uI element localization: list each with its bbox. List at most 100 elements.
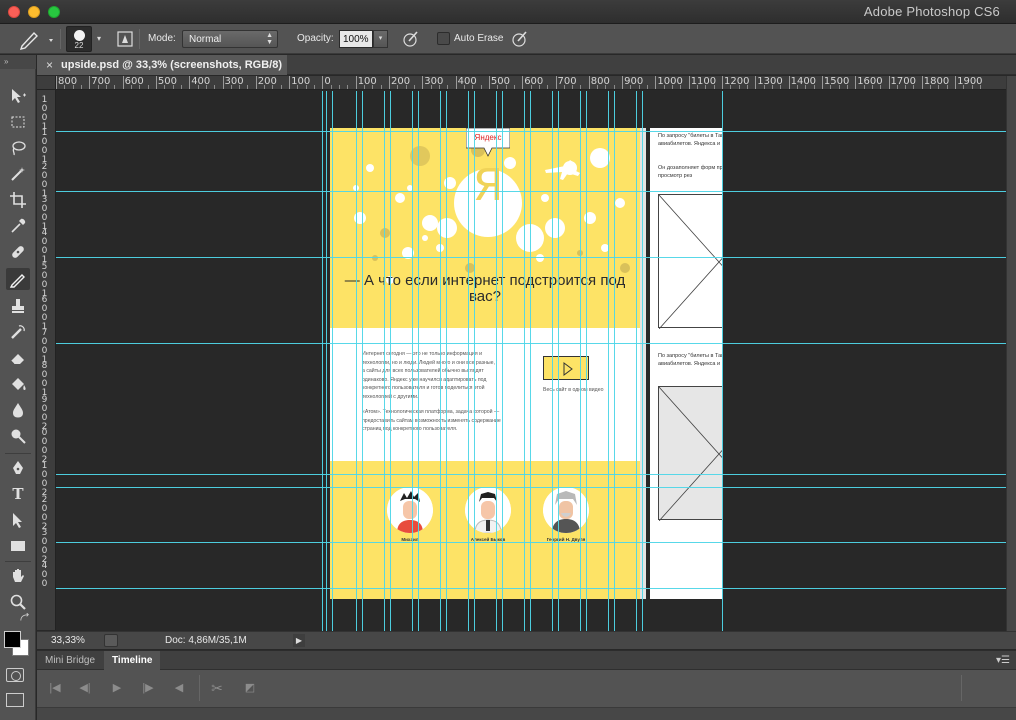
brush-preset-picker[interactable]: 22 [66,26,92,52]
magic-wand-tool[interactable] [6,163,30,185]
swap-colors-button[interactable] [18,612,32,624]
go-to-first-frame-icon[interactable]: |◀ [47,681,63,695]
horizontal-guide[interactable] [56,343,1006,344]
vertical-guide[interactable] [642,91,643,631]
hero-section: Яндекс Я — А что если интернет подстроит… [330,128,640,328]
canvas-workspace[interactable]: Яндекс Я — А что если интернет подстроит… [56,91,1006,631]
close-tab-icon[interactable]: × [46,55,53,75]
close-window-button[interactable] [8,6,20,18]
proof-setup-button[interactable] [104,634,118,647]
vertical-guide[interactable] [558,91,559,631]
vertical-guide[interactable] [390,91,391,631]
status-menu-arrow[interactable]: ▶ [293,634,305,647]
play-icon[interactable]: ▶ [109,681,125,695]
person-avatar-icon [543,487,589,533]
vertical-guide[interactable] [586,91,587,631]
ruler-minor-tick [80,85,82,89]
horizontal-ruler[interactable]: 800 700 600 500 400 300 200 100 0 100 200 300 400 500… [56,76,1006,90]
quick-mask-button[interactable] [6,668,24,682]
opacity-dropdown-arrow[interactable]: ▾ [373,30,388,48]
transition-icon[interactable]: ◩ [242,681,258,695]
horizontal-guide[interactable] [56,257,1006,258]
vertical-ruler[interactable]: 1001100120013001400150016001700180019002… [37,90,56,630]
eyedropper-tool[interactable] [6,215,30,237]
previous-frame-icon[interactable]: ◀| [77,681,93,695]
vertical-guide[interactable] [524,91,525,631]
history-brush-tool[interactable] [6,321,30,343]
horizontal-guide[interactable] [56,487,1006,488]
vertical-guide[interactable] [496,91,497,631]
toolbox-collapse-button[interactable]: » [0,55,36,69]
vertical-guide[interactable] [474,91,475,631]
vertical-guide[interactable] [440,91,441,631]
vertical-guide[interactable] [530,91,531,631]
tab-mini-bridge[interactable]: Mini Bridge [37,651,103,670]
rectangle-tool[interactable] [6,535,30,557]
horizontal-guide[interactable] [56,474,1006,475]
minimize-window-button[interactable] [28,6,40,18]
tablet-pressure-opacity-button[interactable] [401,29,421,49]
vertical-guide[interactable] [608,91,609,631]
blur-tool[interactable] [6,399,30,421]
vertical-guide[interactable] [356,91,357,631]
vertical-guide[interactable] [614,91,615,631]
vertical-guide[interactable] [362,91,363,631]
next-frame-icon[interactable]: |▶ [140,681,156,695]
paint-bucket-tool[interactable] [6,373,30,395]
vertical-guide[interactable] [502,91,503,631]
mode-dropdown[interactable]: Normal ▲ ▼ [182,30,278,48]
ruler-origin[interactable] [37,76,56,90]
ruler-minor-tick [980,85,982,89]
ruler-label: 900 [624,76,644,87]
ruler-major-tick [255,76,257,89]
brush-picker-arrow[interactable]: ▾ [94,29,104,49]
move-tool[interactable] [6,85,30,107]
screen-mode-button[interactable] [6,693,24,707]
vertical-guide[interactable] [384,91,385,631]
type-tool[interactable]: T [6,483,30,505]
vertical-guide[interactable] [722,91,723,631]
vertical-guide[interactable] [412,91,413,631]
pen-tool[interactable] [6,457,30,479]
vertical-guide[interactable] [322,91,323,631]
vertical-guide[interactable] [636,91,637,631]
audio-icon[interactable]: ◀ [171,681,187,695]
clone-stamp-tool[interactable] [6,295,30,317]
hand-tool[interactable] [6,565,30,587]
foreground-color-swatch[interactable] [4,631,21,648]
horizontal-guide[interactable] [56,542,1006,543]
document-tab-title: upside.psd @ 33,3% (screenshots, RGB/8) [61,59,283,71]
dodge-tool[interactable] [6,425,30,447]
vertical-guide[interactable] [446,91,447,631]
brush-panel-toggle[interactable] [115,29,135,49]
marquee-tool[interactable] [6,111,30,133]
horizontal-guide[interactable] [56,191,1006,192]
zoom-level[interactable]: 33,33% [51,635,85,646]
vertical-scrollbar[interactable] [1006,76,1016,632]
video-play-button[interactable] [543,356,589,380]
zoom-tool[interactable] [6,591,30,613]
vertical-guide[interactable] [580,91,581,631]
tool-preset-picker[interactable] [8,27,56,51]
eraser-tool[interactable] [6,347,30,369]
maximize-window-button[interactable] [48,6,60,18]
scissors-icon[interactable]: ✂ [209,681,225,695]
vertical-guide[interactable] [326,91,327,631]
document-tab[interactable]: × upside.psd @ 33,3% (screenshots, RGB/8… [37,55,287,75]
pencil-tool[interactable] [6,268,30,290]
panel-menu-icon[interactable]: ▾☰ [996,655,1010,666]
opacity-input[interactable]: 100% [339,30,373,48]
tab-timeline[interactable]: Timeline [104,651,161,670]
path-selection-tool[interactable] [6,509,30,531]
auto-erase-checkbox[interactable] [437,32,450,45]
vertical-guide[interactable] [468,91,469,631]
lasso-tool[interactable] [6,137,30,159]
horizontal-guide[interactable] [56,588,1006,589]
tablet-pressure-size-button[interactable] [510,29,530,49]
vertical-guide[interactable] [552,91,553,631]
horizontal-guide[interactable] [56,131,1006,132]
crop-tool[interactable] [6,189,30,211]
vertical-guide[interactable] [332,91,333,631]
vertical-guide[interactable] [418,91,419,631]
healing-brush-tool[interactable] [6,241,30,263]
